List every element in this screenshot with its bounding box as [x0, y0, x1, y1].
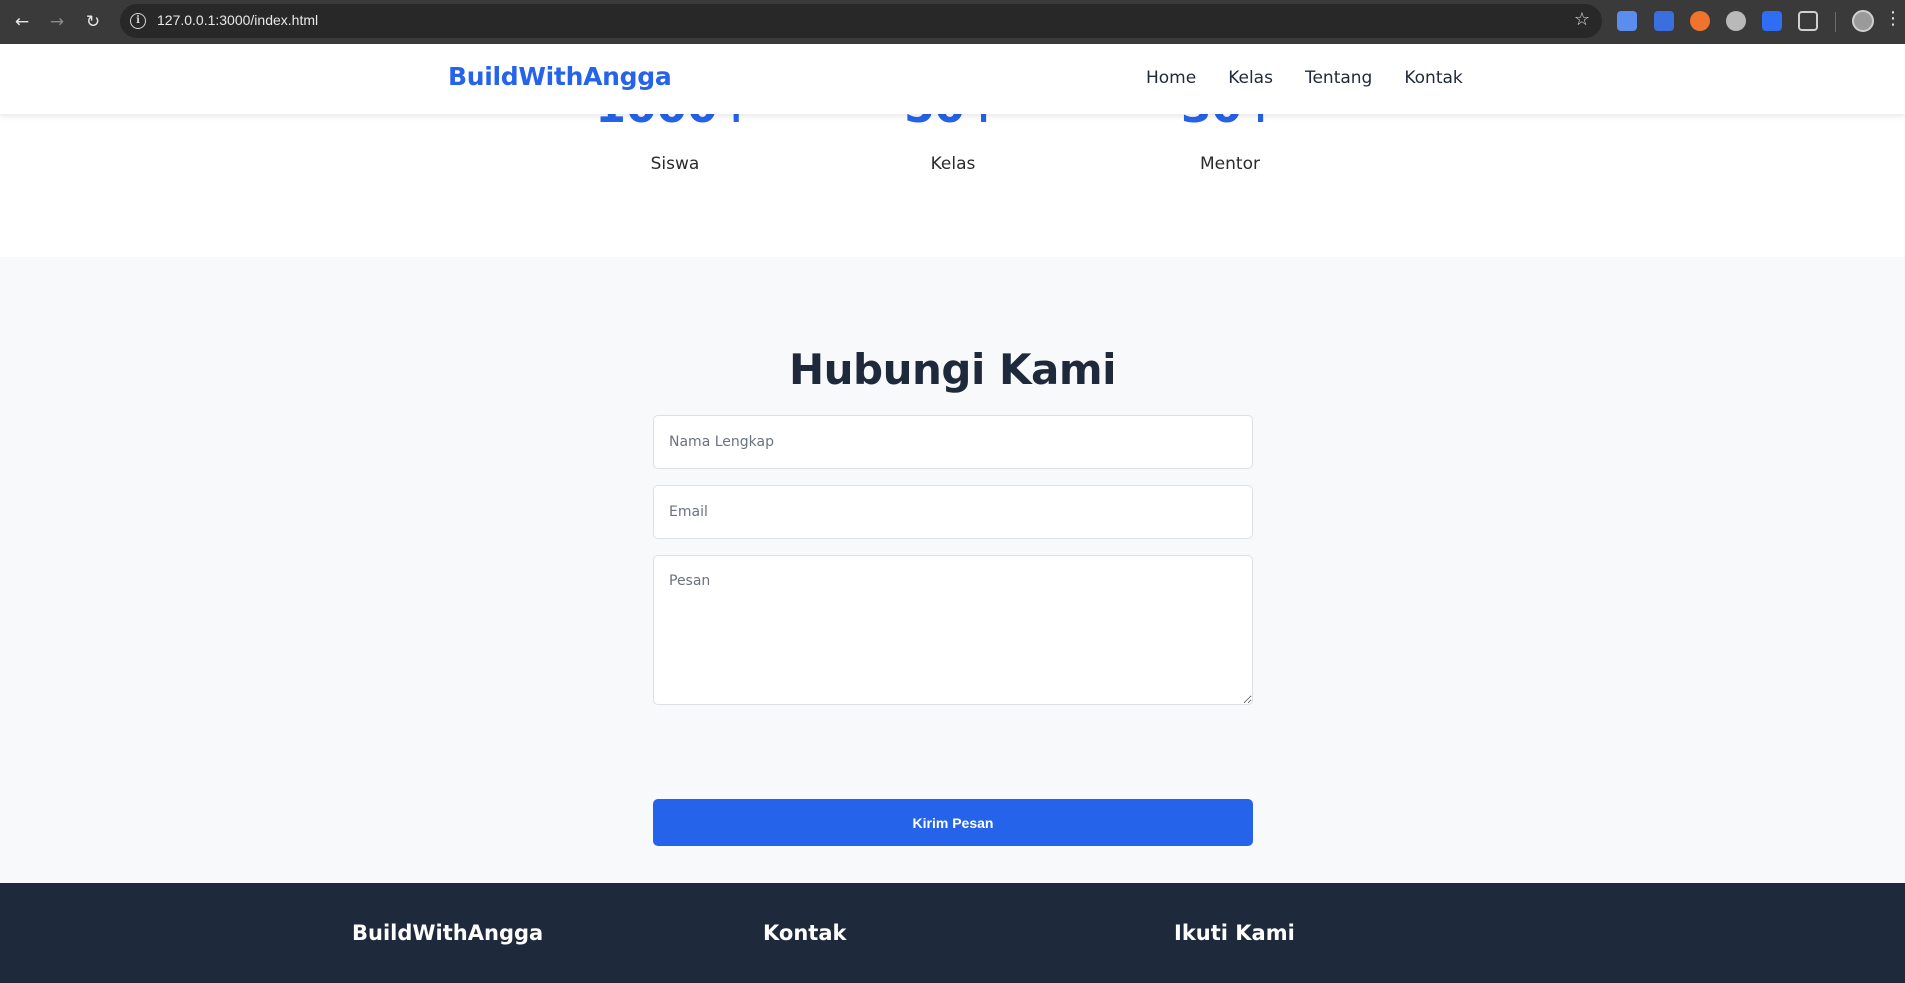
- back-arrow-icon[interactable]: ←: [10, 10, 34, 34]
- forward-arrow-icon[interactable]: →: [45, 10, 69, 34]
- footer-brand-title: BuildWithAngga: [352, 921, 544, 945]
- nav-link-home[interactable]: Home: [1146, 68, 1196, 88]
- extension-1-icon[interactable]: [1617, 11, 1637, 31]
- reload-icon[interactable]: ↻: [81, 10, 105, 34]
- puzzle-icon[interactable]: [1798, 11, 1818, 31]
- nav-link-kelas[interactable]: Kelas: [1228, 68, 1273, 88]
- stat-label: Kelas: [930, 154, 976, 174]
- message-textarea[interactable]: [653, 555, 1253, 705]
- address-bar[interactable]: i 127.0.0.1:3000/index.html ☆: [120, 4, 1602, 38]
- submit-button[interactable]: Kirim Pesan: [653, 799, 1253, 846]
- extension-3-icon[interactable]: [1690, 11, 1710, 31]
- brand-logo[interactable]: BuildWithAngga: [448, 62, 672, 91]
- extension-2-icon[interactable]: [1654, 11, 1674, 31]
- name-input[interactable]: [653, 415, 1253, 469]
- extension-5-icon[interactable]: [1762, 11, 1782, 31]
- site-info-icon[interactable]: i: [130, 13, 146, 29]
- browser-toolbar: ← → ↻ i 127.0.0.1:3000/index.html ☆ ⋮: [0, 0, 1905, 44]
- contact-section: Hubungi Kami Kirim Pesan: [0, 257, 1905, 883]
- toolbar-divider: [1835, 12, 1836, 32]
- footer-contact-title: Kontak: [763, 921, 847, 945]
- stat-label: Siswa: [650, 154, 700, 174]
- site-footer: BuildWithAngga Kontak Ikuti Kami: [0, 883, 1905, 983]
- contact-title: Hubungi Kami: [788, 345, 1117, 394]
- url-text[interactable]: 127.0.0.1:3000/index.html: [157, 12, 318, 28]
- bookmark-star-icon[interactable]: ☆: [1574, 9, 1590, 30]
- menu-kebab-icon[interactable]: ⋮: [1884, 8, 1902, 29]
- nav-menu: Home Kelas Tentang Kontak: [1146, 68, 1463, 88]
- nav-link-tentang[interactable]: Tentang: [1305, 68, 1372, 88]
- profile-avatar[interactable]: [1852, 10, 1874, 32]
- stat-label: Mentor: [1200, 154, 1260, 174]
- email-input[interactable]: [653, 485, 1253, 539]
- footer-follow-title: Ikuti Kami: [1174, 921, 1295, 945]
- extension-4-icon[interactable]: [1726, 11, 1746, 31]
- page-viewport: 1000+ Siswa 50+ Kelas 30+ Mentor BuildWi…: [0, 44, 1905, 983]
- site-navbar: BuildWithAngga Home Kelas Tentang Kontak: [0, 44, 1905, 114]
- nav-link-kontak[interactable]: Kontak: [1404, 68, 1462, 88]
